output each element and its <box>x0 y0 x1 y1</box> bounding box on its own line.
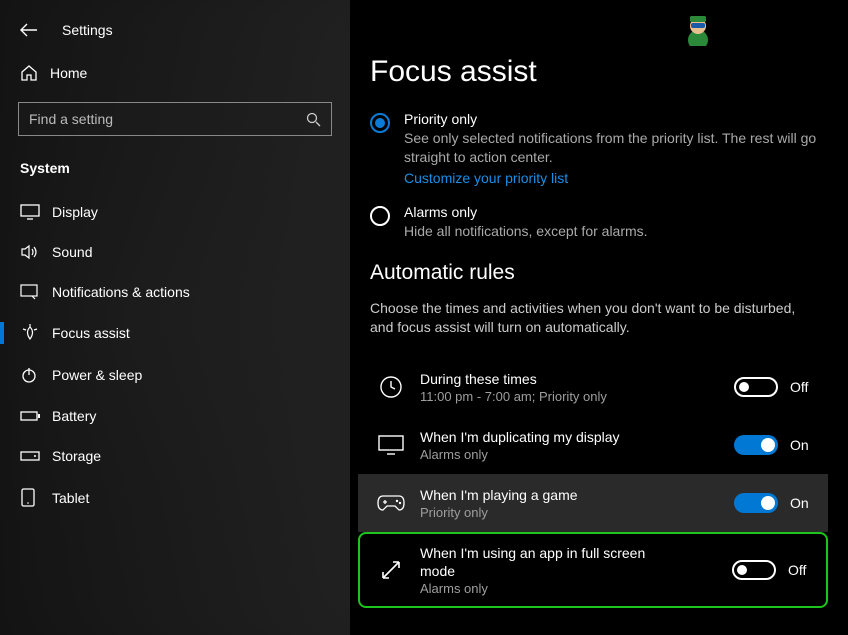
radio-title: Alarms only <box>404 204 828 220</box>
sidebar-item-sound[interactable]: Sound <box>0 232 350 272</box>
toggle-state: On <box>790 437 816 453</box>
rule-sub: 11:00 pm - 7:00 am; Priority only <box>420 389 734 404</box>
focus-assist-icon <box>20 324 40 342</box>
sidebar-item-label: Storage <box>52 448 101 464</box>
avatar <box>680 10 716 46</box>
toggle-during-times[interactable] <box>734 377 778 397</box>
sidebar-item-label: Tablet <box>52 490 89 506</box>
battery-icon <box>20 409 42 423</box>
rule-during-times[interactable]: During these times 11:00 pm - 7:00 am; P… <box>370 358 828 416</box>
sidebar-item-label: Notifications & actions <box>52 284 190 300</box>
home-nav[interactable]: Home <box>0 52 350 94</box>
sidebar-item-battery[interactable]: Battery <box>0 396 350 436</box>
sidebar-item-display[interactable]: Display <box>0 192 350 232</box>
tablet-icon <box>20 488 36 508</box>
sidebar-item-label: Focus assist <box>52 325 130 341</box>
rule-sub: Priority only <box>420 505 734 520</box>
fullscreen-icon <box>379 558 403 582</box>
radio-priority-only[interactable]: Priority only See only selected notifica… <box>370 111 828 186</box>
avatar-icon <box>680 10 716 46</box>
radio-indicator <box>370 206 390 226</box>
rule-duplicating-display[interactable]: When I'm duplicating my display Alarms o… <box>370 416 828 474</box>
toggle-duplicating-display[interactable] <box>734 435 778 455</box>
search-input[interactable] <box>29 111 306 127</box>
sidebar-item-storage[interactable]: Storage <box>0 436 350 476</box>
rule-title: When I'm playing a game <box>420 486 734 504</box>
rule-playing-game[interactable]: When I'm playing a game Priority only On <box>358 474 828 532</box>
arrow-left-icon <box>20 23 38 37</box>
sidebar-item-notifications[interactable]: Notifications & actions <box>0 272 350 312</box>
home-icon <box>20 64 38 82</box>
section-label: System <box>0 150 350 192</box>
search-icon <box>306 112 321 127</box>
page-title: Focus assist <box>370 55 828 89</box>
display-icon <box>377 434 405 456</box>
clock-icon <box>378 374 404 400</box>
toggle-state: Off <box>788 562 814 578</box>
radio-desc: See only selected notifications from the… <box>404 129 828 167</box>
rule-title: When I'm using an app in full screen mod… <box>420 544 650 580</box>
sidebar: Settings Home System Display Sound Notif… <box>0 0 350 635</box>
power-icon <box>20 366 38 384</box>
sidebar-item-power[interactable]: Power & sleep <box>0 354 350 396</box>
sidebar-item-label: Sound <box>52 244 92 260</box>
radio-desc: Hide all notifications, except for alarm… <box>404 222 828 241</box>
back-button[interactable] <box>20 23 50 37</box>
display-icon <box>20 204 40 220</box>
sidebar-item-focus-assist[interactable]: Focus assist <box>0 312 350 354</box>
rule-title: When I'm duplicating my display <box>420 428 734 446</box>
automatic-rules-desc: Choose the times and activities when you… <box>370 299 810 338</box>
automatic-rules-heading: Automatic rules <box>370 261 828 285</box>
rule-fullscreen-app[interactable]: When I'm using an app in full screen mod… <box>358 532 828 608</box>
window-title: Settings <box>62 22 113 38</box>
home-label: Home <box>50 65 87 81</box>
notifications-icon <box>20 284 40 300</box>
toggle-fullscreen-app[interactable] <box>732 560 776 580</box>
search-box[interactable] <box>18 102 332 136</box>
customize-priority-link[interactable]: Customize your priority list <box>404 170 828 186</box>
sidebar-item-label: Battery <box>52 408 96 424</box>
toggle-playing-game[interactable] <box>734 493 778 513</box>
toggle-state: Off <box>790 379 816 395</box>
rule-sub: Alarms only <box>420 581 732 596</box>
radio-indicator <box>370 113 390 133</box>
sidebar-item-label: Power & sleep <box>52 367 142 383</box>
radio-alarms-only[interactable]: Alarms only Hide all notifications, exce… <box>370 204 828 241</box>
sidebar-item-tablet[interactable]: Tablet <box>0 476 350 520</box>
nav-list: Display Sound Notifications & actions Fo… <box>0 192 350 520</box>
rule-sub: Alarms only <box>420 447 734 462</box>
radio-title: Priority only <box>404 111 828 127</box>
main-content: Focus assist Priority only See only sele… <box>350 0 848 635</box>
rule-title: During these times <box>420 370 734 388</box>
toggle-state: On <box>790 495 816 511</box>
sound-icon <box>20 244 40 260</box>
storage-icon <box>20 449 40 463</box>
game-icon <box>377 494 405 512</box>
sidebar-item-label: Display <box>52 204 98 220</box>
